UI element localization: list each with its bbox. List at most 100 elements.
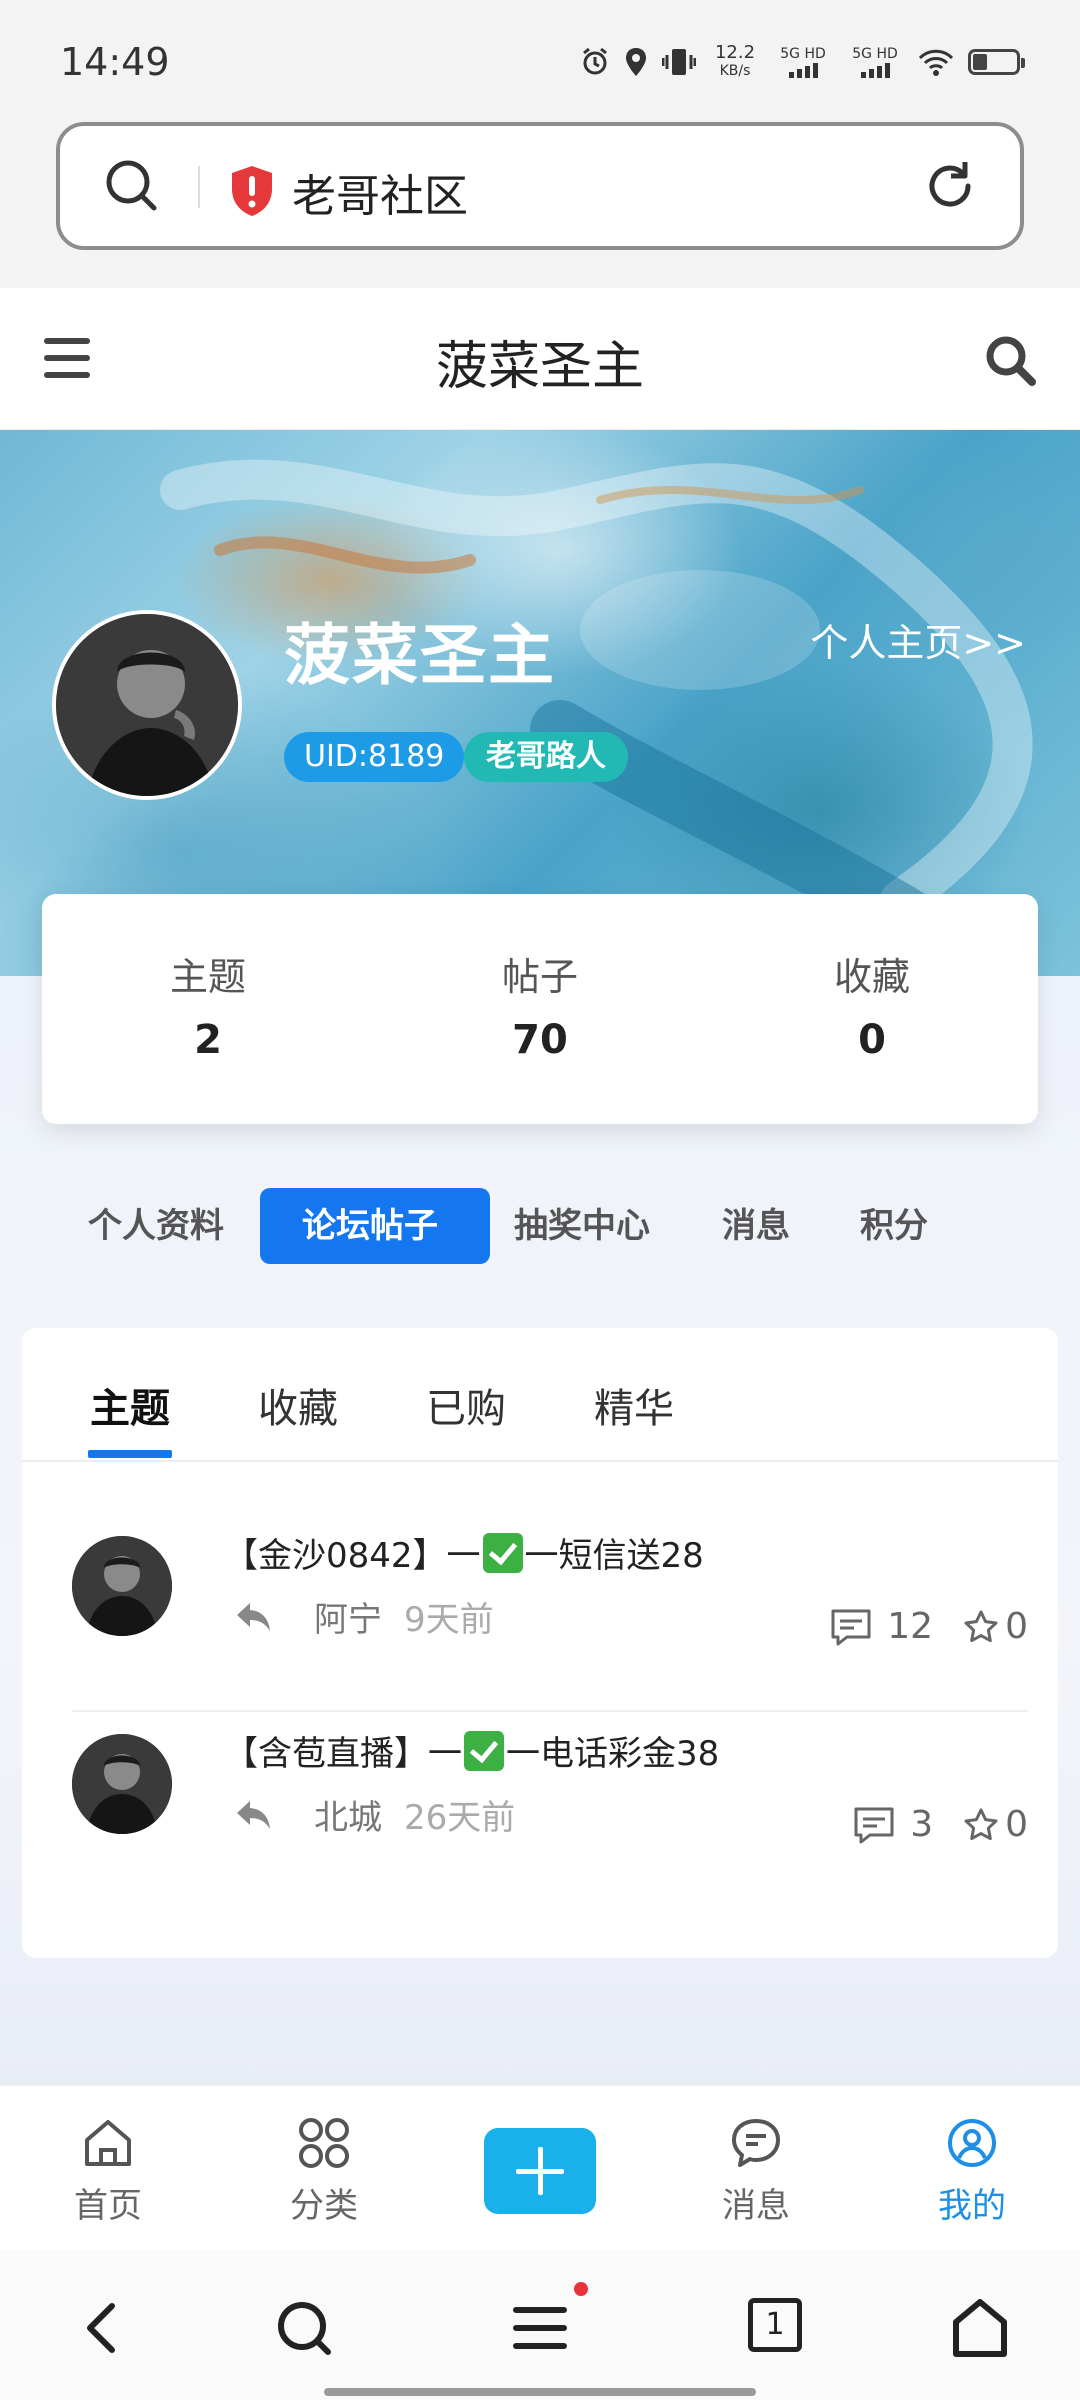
user-name: 菠菜圣主	[284, 617, 556, 694]
stat-topics[interactable]: 主题 2	[42, 894, 374, 1124]
signal-2: 5G HD	[846, 46, 904, 78]
post-title[interactable]: 【金沙0842】一 一短信送28	[224, 1528, 704, 1577]
tabs-count-icon[interactable]: 1	[748, 2298, 802, 2352]
nav-mine[interactable]: 我的	[902, 2116, 1042, 2227]
app-bottom-nav: 首页 分类 消息 我的	[0, 2084, 1080, 2250]
avatar[interactable]	[52, 610, 242, 800]
signal-1-label: 5G HD	[780, 46, 826, 62]
nav-messages[interactable]: 消息	[686, 2116, 826, 2227]
favorite-count: 0	[1005, 1606, 1028, 1647]
stat-label: 主题	[169, 955, 246, 999]
tab-favorites[interactable]: 收藏	[258, 1376, 338, 1434]
post-meta: 阿宁 9天前	[234, 1592, 494, 1641]
post-meta: 北城 26天前	[234, 1790, 515, 1839]
uid-badge: UID:8189	[284, 732, 465, 782]
pill-forum-posts[interactable]: 论坛帖子	[260, 1188, 490, 1264]
stat-value: 2	[194, 1017, 222, 1063]
signal-bars-icon	[774, 62, 832, 78]
post-item[interactable]: 【含苞直播】一 一电话彩金38 北城 26天前 3 0	[72, 1700, 1028, 1896]
comment-icon	[831, 1609, 871, 1645]
reload-icon[interactable]	[920, 156, 980, 216]
post-author[interactable]: 阿宁	[314, 1592, 382, 1641]
post-item[interactable]: 【金沙0842】一 一短信送28 阿宁 9天前 12 0	[72, 1502, 1028, 1698]
post-stats: 3 0	[852, 1804, 1028, 1845]
post-stats: 12 0	[829, 1606, 1028, 1647]
wifi-icon	[918, 49, 954, 76]
status-icons: 12.2 KB/s 5G HD 5G HD	[580, 42, 1025, 80]
gesture-bar[interactable]	[324, 2388, 756, 2396]
rank-badge: 老哥路人	[464, 732, 628, 782]
pill-lottery-center[interactable]: 抽奖中心	[490, 1188, 686, 1264]
posts-card: 主题 收藏 已购 精华 【金沙0842】一 一短信送28 阿宁 9天前 12 0 …	[22, 1328, 1058, 1958]
tab-featured[interactable]: 精华	[594, 1376, 674, 1434]
star-icon[interactable]	[963, 1807, 999, 1843]
stat-favorites[interactable]: 收藏 0	[706, 894, 1038, 1124]
tab-underline	[88, 1450, 172, 1458]
battery-icon	[968, 49, 1025, 75]
signal-1: 5G HD	[774, 46, 832, 78]
nav-label: 消息	[722, 2186, 790, 2226]
post-time: 26天前	[404, 1798, 516, 1838]
avatar-image	[56, 614, 238, 796]
pill-messages[interactable]: 消息	[686, 1188, 836, 1264]
status-bar: 14:49 12.2 KB/s 5G HD 5G HD	[0, 0, 1080, 120]
post-title[interactable]: 【含苞直播】一 一电话彩金38	[224, 1726, 719, 1775]
post-title-prefix: 【含苞直播】一	[224, 1734, 462, 1774]
reply-icon	[237, 1602, 270, 1631]
speed-unit: KB/s	[719, 63, 751, 79]
nav-home[interactable]: 首页	[38, 2116, 178, 2227]
post-tabs: 主题 收藏 已购 精华	[22, 1328, 1058, 1462]
favorite-count: 0	[1005, 1804, 1028, 1845]
post-title-prefix: 【金沙0842】一	[224, 1536, 481, 1576]
vibrate-icon	[662, 49, 696, 75]
stat-label: 收藏	[833, 955, 910, 999]
post-time: 9天前	[404, 1600, 494, 1640]
nav-label: 分类	[290, 2186, 358, 2226]
pill-points[interactable]: 积分	[836, 1188, 946, 1264]
check-mark-icon	[464, 1731, 504, 1771]
back-icon[interactable]	[78, 2298, 124, 2358]
alarm-icon	[583, 47, 607, 75]
stat-posts[interactable]: 帖子 70	[374, 894, 706, 1124]
stats-card: 主题 2 帖子 70 收藏 0	[42, 894, 1038, 1124]
check-mark-icon	[482, 1533, 523, 1573]
tab-purchased[interactable]: 已购	[426, 1376, 506, 1434]
comment-count: 3	[910, 1804, 934, 1845]
avatar-image	[72, 1536, 172, 1636]
avatar-image	[72, 1734, 172, 1834]
post-title-suffix: 一短信送28	[524, 1536, 704, 1576]
shield-warning-icon[interactable]	[228, 164, 276, 218]
menu-icon[interactable]	[512, 2298, 568, 2358]
address-divider	[198, 166, 200, 208]
nav-category[interactable]: 分类	[254, 2116, 394, 2227]
address-bar[interactable]: 老哥社区	[56, 122, 1024, 250]
post-avatar[interactable]	[72, 1734, 172, 1834]
location-icon	[626, 48, 646, 76]
pill-profile[interactable]: 个人资料	[60, 1188, 260, 1264]
post-title-suffix: 一电话彩金38	[506, 1734, 720, 1774]
stat-value: 0	[858, 1017, 886, 1063]
stat-label: 帖子	[501, 955, 578, 999]
add-post-button[interactable]	[484, 2128, 596, 2214]
speed-value: 12.2	[714, 42, 756, 63]
status-time: 14:49	[60, 40, 170, 84]
post-author[interactable]: 北城	[314, 1790, 382, 1839]
home-icon[interactable]	[950, 2298, 1010, 2358]
search-icon[interactable]	[104, 158, 160, 214]
star-icon[interactable]	[963, 1609, 999, 1645]
stat-value: 70	[512, 1017, 568, 1063]
user-icon	[948, 2119, 996, 2167]
profile-home-link[interactable]: 个人主页>>	[810, 612, 1026, 667]
search-icon[interactable]	[274, 2298, 334, 2358]
tab-topics[interactable]: 主题	[90, 1376, 170, 1434]
grid-icon	[299, 2118, 349, 2168]
home-icon	[85, 2120, 131, 2166]
address-text[interactable]: 老哥社区	[292, 160, 468, 224]
browser-address-area: 老哥社区	[0, 120, 1080, 288]
browser-bottom-bar: 1	[0, 2250, 1080, 2400]
profile-section-nav: 个人资料 论坛帖子 抽奖中心 消息 积分	[60, 1188, 946, 1264]
post-avatar[interactable]	[72, 1536, 172, 1636]
app-header: 菠菜圣主	[0, 288, 1080, 430]
nav-label: 我的	[938, 2186, 1006, 2226]
search-icon[interactable]	[982, 332, 1040, 390]
